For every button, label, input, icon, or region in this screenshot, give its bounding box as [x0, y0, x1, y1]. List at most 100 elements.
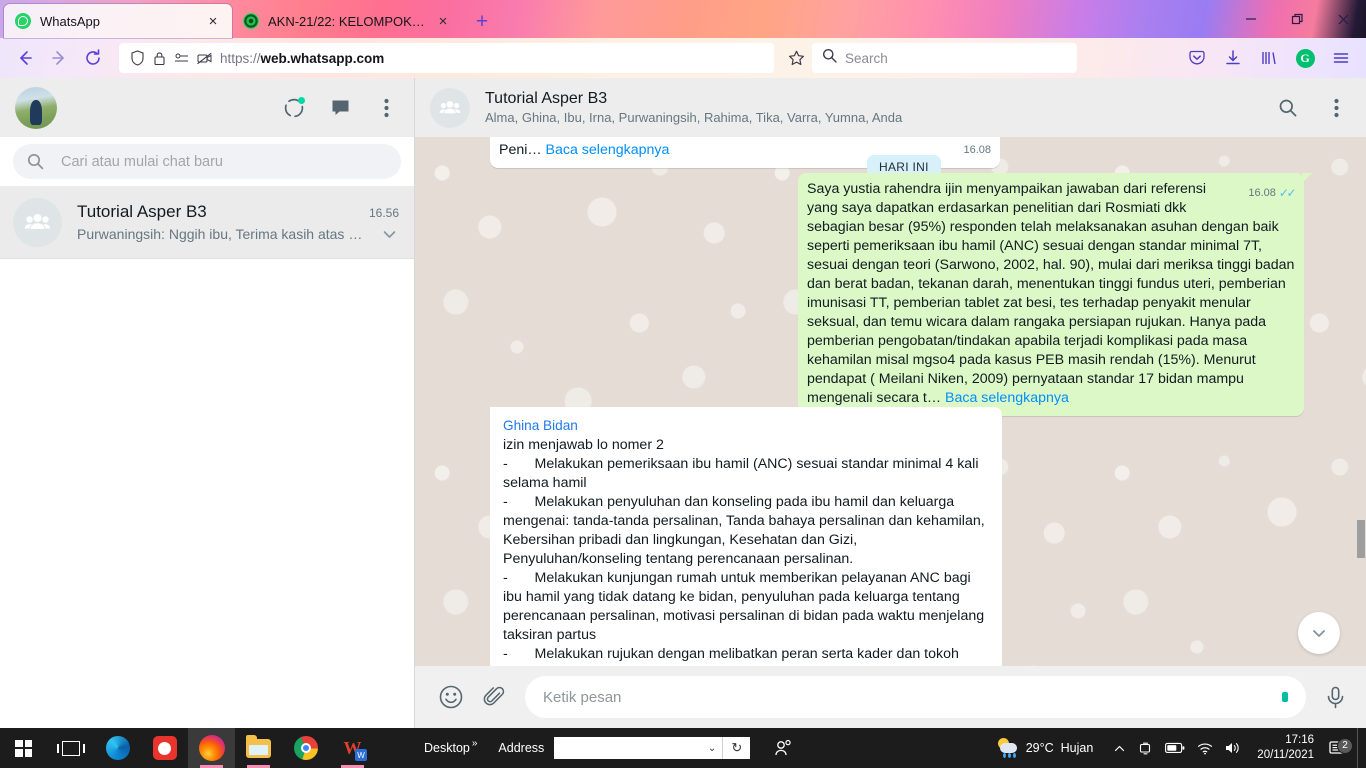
- grammarly-icon[interactable]: G: [1289, 43, 1321, 73]
- window-close-button[interactable]: [1320, 0, 1366, 38]
- browser-chrome: WhatsApp × AKN-21/22: KELOMPOK B3 × + ht…: [0, 0, 1366, 78]
- scroll-to-bottom-button[interactable]: [1298, 612, 1340, 654]
- firefox-icon[interactable]: [188, 728, 235, 768]
- browser-navigation-bar: https://web.whatsapp.com Search G: [0, 38, 1366, 78]
- search-input[interactable]: Cari atau mulai chat baru: [13, 144, 401, 179]
- address-input[interactable]: ⌄: [554, 737, 723, 759]
- status-icon[interactable]: [282, 96, 306, 120]
- search-placeholder: Search: [845, 50, 888, 66]
- taskbar-toolbars: Desktop » Address ⌄ ↻: [414, 728, 792, 768]
- wps-office-icon[interactable]: WW: [329, 728, 376, 768]
- show-desktop-button[interactable]: [1357, 728, 1363, 768]
- browser-tab-strip: WhatsApp × AKN-21/22: KELOMPOK B3 × +: [0, 0, 1366, 38]
- message-bubble-incoming[interactable]: Ghina Bidan izin menjawab lo nomer 2 - M…: [490, 407, 1002, 666]
- reload-icon[interactable]: [77, 43, 109, 73]
- folder-logo-icon: [246, 734, 271, 758]
- chat-list-item-title: Tutorial Asper B3: [77, 201, 207, 221]
- message-time: 16.08: [963, 144, 991, 156]
- read-receipt-ticks: ✓✓: [1278, 186, 1297, 200]
- microphone-icon[interactable]: [1321, 683, 1349, 711]
- weather-widget[interactable]: 29°C Hujan: [993, 738, 1104, 758]
- volume-icon[interactable]: [1225, 741, 1241, 755]
- edge-icon[interactable]: [94, 728, 141, 768]
- gom-logo-icon: [152, 736, 177, 760]
- new-tab-button[interactable]: +: [467, 6, 497, 36]
- search-placeholder: Cari atau mulai chat baru: [61, 153, 223, 170]
- address-toolbar-label: Address: [498, 741, 545, 755]
- file-explorer-icon[interactable]: [235, 728, 282, 768]
- window-maximize-button[interactable]: [1274, 0, 1320, 38]
- back-icon[interactable]: [9, 43, 41, 73]
- menu-icon[interactable]: [1325, 43, 1357, 73]
- typing-caret-indicator: [1282, 692, 1288, 702]
- address-go-icon[interactable]: ↻: [722, 737, 751, 759]
- emoji-icon[interactable]: [437, 683, 465, 711]
- status-unread-dot: [298, 96, 305, 104]
- notification-icon[interactable]: 2: [1324, 737, 1357, 757]
- message-input[interactable]: Ketik pesan: [525, 676, 1306, 718]
- page-title: Tutorial Asper B3: [485, 90, 608, 107]
- tab-close-button[interactable]: ×: [204, 12, 222, 30]
- conversation-header[interactable]: Tutorial Asper B3 Alma, Ghina, Ibu, Irna…: [415, 78, 1366, 137]
- chat-list-item-tutorial-asper-b3[interactable]: Tutorial Asper B3 16.56 Purwaningsih: Ng…: [0, 187, 414, 259]
- pocket-icon[interactable]: [1181, 43, 1213, 73]
- window-minimize-button[interactable]: [1228, 0, 1274, 38]
- conversation-panel: Tutorial Asper B3 Alma, Ghina, Ibu, Irna…: [415, 78, 1366, 728]
- read-more-link[interactable]: Baca selengkapnya: [546, 142, 670, 158]
- message-bubble-outgoing[interactable]: 16.08 ✓✓ Saya yustia rahendra ijin menya…: [798, 173, 1312, 416]
- library-icon[interactable]: [1253, 43, 1285, 73]
- avatar[interactable]: [15, 86, 57, 129]
- chat-sidebar: Cari atau mulai chat baru Tutorial Asper…: [0, 78, 415, 728]
- read-more-link[interactable]: Baca selengkapnya: [945, 390, 1069, 406]
- desktop-label: Desktop: [424, 741, 470, 755]
- people-icon[interactable]: [774, 739, 792, 757]
- tab-title: WhatsApp: [40, 13, 100, 29]
- search-icon[interactable]: [1276, 96, 1300, 120]
- task-view-icon[interactable]: [47, 728, 94, 768]
- group-avatar: [13, 198, 62, 247]
- lock-icon[interactable]: [153, 51, 166, 66]
- browser-tab-whatsapp[interactable]: WhatsApp ×: [4, 4, 232, 38]
- forward-icon[interactable]: [43, 43, 75, 73]
- menu-icon[interactable]: [1324, 96, 1348, 120]
- gom-player-icon[interactable]: [141, 728, 188, 768]
- edge-logo-icon: [105, 736, 130, 760]
- message-text: izin menjawab lo nomer 2 - Melakukan pem…: [503, 437, 985, 662]
- wifi-icon[interactable]: [1197, 742, 1213, 755]
- group-avatar[interactable]: [430, 87, 470, 128]
- address-dropdown-icon[interactable]: ⌄: [708, 743, 716, 754]
- windows-start-icon[interactable]: [0, 728, 47, 768]
- attach-clip-icon[interactable]: [480, 683, 508, 711]
- url-bar[interactable]: https://web.whatsapp.com: [119, 43, 774, 73]
- browser-tab-akn-kelompok-b3[interactable]: AKN-21/22: KELOMPOK B3 ×: [232, 4, 462, 38]
- chrome-icon[interactable]: [282, 728, 329, 768]
- shield-icon[interactable]: [130, 50, 145, 66]
- browser-search-box[interactable]: Search: [812, 43, 1077, 73]
- chevron-down-icon[interactable]: [380, 225, 399, 244]
- chevron-double-right-icon[interactable]: »: [472, 738, 478, 749]
- taskbar-clock[interactable]: 17:16 20/11/2021: [1251, 733, 1324, 763]
- message-meta: 16.08 ✓✓: [1248, 184, 1297, 203]
- permissions-icon[interactable]: [174, 52, 189, 65]
- meet-ring-icon: [243, 13, 259, 29]
- camera-blocked-icon[interactable]: [197, 52, 212, 65]
- onedrive-icon[interactable]: [1138, 741, 1153, 756]
- message-list-scrollbar[interactable]: [1355, 137, 1366, 666]
- tab-close-button[interactable]: ×: [434, 12, 452, 30]
- rain-cloud-icon: [997, 738, 1019, 758]
- clock-time: 17:16: [1285, 734, 1314, 746]
- chat-list: Tutorial Asper B3 16.56 Purwaningsih: Ng…: [0, 187, 414, 728]
- menu-icon[interactable]: [374, 96, 398, 120]
- clock-date: 20/11/2021: [1257, 749, 1314, 761]
- battery-icon[interactable]: [1165, 742, 1185, 754]
- taskbar-desktop-toolbar[interactable]: Desktop »: [414, 738, 480, 755]
- chevron-up-icon[interactable]: [1113, 742, 1126, 755]
- conversation-participants: Alma, Ghina, Ibu, Irna, Purwaningsih, Ra…: [485, 110, 903, 125]
- message-text: Saya yustia rahendra ijin menyampaikan j…: [807, 181, 1299, 406]
- scrollbar-thumb[interactable]: [1357, 520, 1365, 558]
- bookmark-star-icon[interactable]: [782, 44, 810, 72]
- new-chat-icon[interactable]: [328, 96, 352, 120]
- url-text[interactable]: https://web.whatsapp.com: [220, 51, 766, 66]
- windows-logo-icon: [15, 739, 32, 757]
- downloads-icon[interactable]: [1217, 43, 1249, 73]
